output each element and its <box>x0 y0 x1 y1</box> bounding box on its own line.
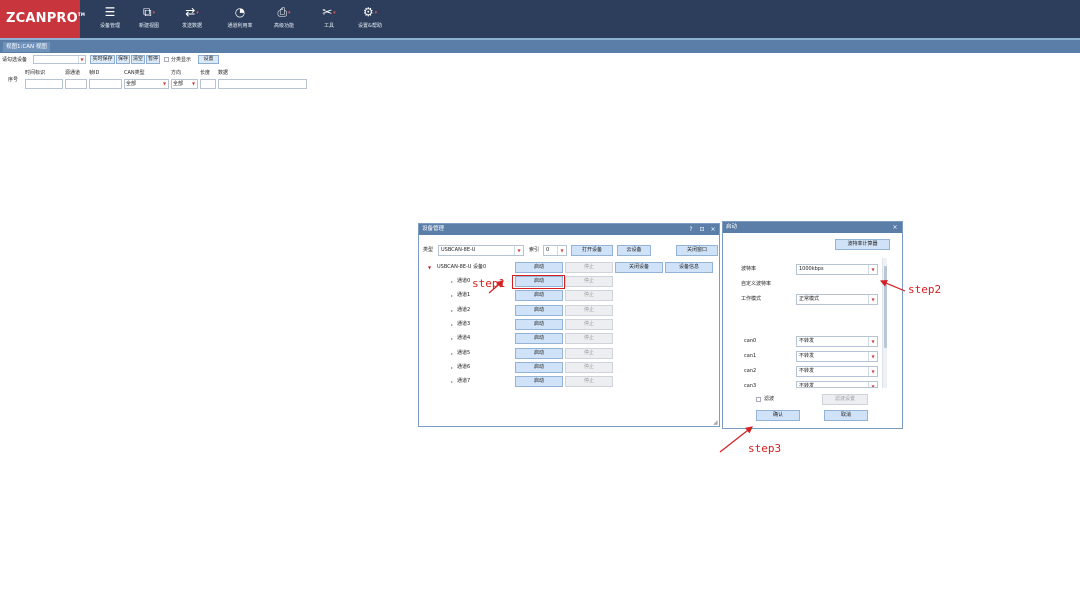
step2-arrow <box>879 279 906 292</box>
step3-arrow <box>719 426 753 453</box>
app-window: ZCANPROTM ☰ 设备管理 ⧉▾ 新建视图 ⇄▾ 发送数据 ◔ 通道利用率 ⎙▾ 高级功能 ✂… <box>0 0 1080 599</box>
annotation-arrows <box>488 279 906 453</box>
step1-arrow <box>488 280 504 294</box>
